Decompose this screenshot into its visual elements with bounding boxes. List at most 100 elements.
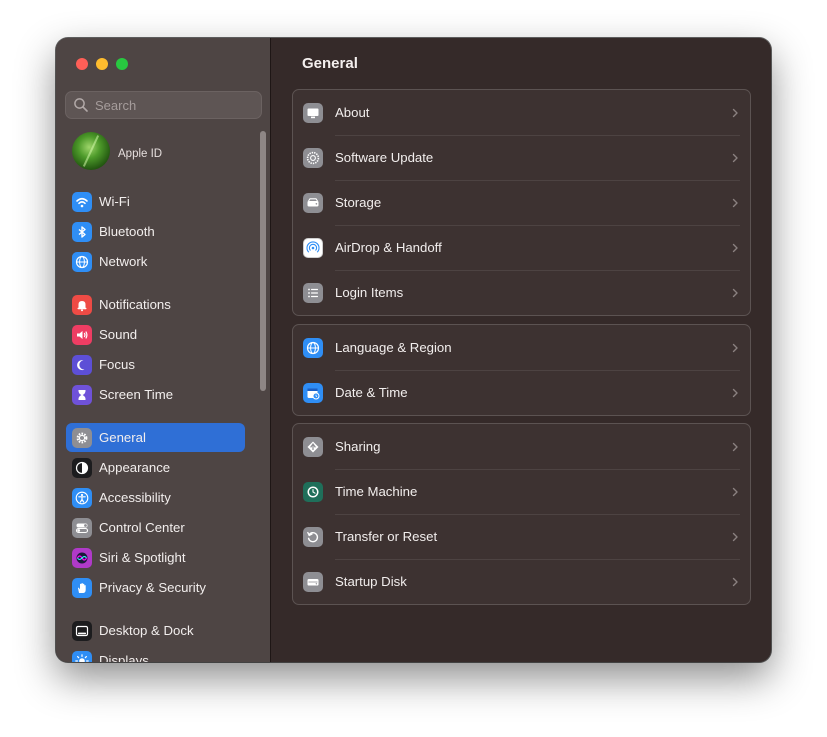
sidebar-item-label: Notifications	[99, 297, 171, 312]
sidebar-item-siri-spotlight[interactable]: Siri & Spotlight	[66, 543, 245, 572]
wifi-icon	[76, 197, 88, 207]
sidebar-item-label: Wi-Fi	[99, 194, 130, 209]
siri-icon-tile	[72, 547, 92, 568]
sidebar-item-label: Bluetooth	[99, 224, 155, 239]
disk-icon	[307, 578, 319, 585]
sidebar-item-focus[interactable]: Focus	[66, 350, 245, 379]
chevron-right-icon	[732, 487, 738, 496]
sidebar-item-displays[interactable]: Displays	[66, 646, 245, 662]
row-date-time[interactable]: Date & Time	[293, 370, 750, 415]
hand-icon	[78, 582, 86, 593]
gear-icon	[76, 432, 88, 443]
row-label: Storage	[335, 195, 382, 210]
row-transfer-or-reset[interactable]: Transfer or Reset	[293, 514, 750, 559]
sidebar-item-bluetooth[interactable]: Bluetooth	[66, 217, 245, 246]
chevron-right-icon	[732, 198, 738, 207]
sidebar-item-label: Siri & Spotlight	[99, 550, 186, 565]
sidebar-item-desktop-dock[interactable]: Desktop & Dock	[66, 616, 245, 645]
bell-icon-tile	[72, 294, 92, 315]
row-language-region[interactable]: Language & Region	[293, 325, 750, 370]
search-field[interactable]	[65, 91, 262, 119]
row-label: AirDrop & Handoff	[335, 240, 442, 255]
settings-group: About Software Update Storage AirDrop & Han…	[292, 89, 751, 316]
update-gear-icon	[306, 151, 320, 164]
sun-icon	[75, 653, 89, 662]
apple-id-item[interactable]: Apple ID	[72, 132, 162, 170]
sharing-icon	[307, 441, 319, 452]
list-icon-tile	[303, 282, 323, 303]
sidebar-item-sound[interactable]: Sound	[66, 320, 245, 349]
toggles-icon-tile	[72, 517, 92, 538]
sun-icon-tile	[72, 650, 92, 662]
row-time-machine[interactable]: Time Machine	[293, 469, 750, 514]
row-startup-disk[interactable]: Startup Disk	[293, 559, 750, 604]
sidebar-item-appearance[interactable]: Appearance	[66, 453, 245, 482]
hourglass-icon	[78, 389, 86, 400]
search-icon	[74, 98, 88, 112]
sidebar-item-label: Appearance	[99, 460, 171, 475]
speaker-icon-tile	[72, 324, 92, 345]
reset-icon	[307, 531, 319, 542]
drive-icon-tile	[303, 192, 323, 213]
globe-icon	[75, 255, 89, 268]
row-software-update[interactable]: Software Update	[293, 135, 750, 180]
zoom-window-button[interactable]	[116, 58, 128, 70]
sidebar-item-label: Network	[99, 254, 148, 269]
sidebar-item-label: Displays	[99, 653, 149, 662]
list-icon	[308, 288, 318, 297]
chevron-right-icon	[732, 243, 738, 252]
sidebar: Apple ID Wi-Fi Bluetooth Network Notificati…	[56, 38, 271, 662]
bluetooth-icon-tile	[72, 221, 92, 242]
settings-group: Language & Region Date & Time	[292, 324, 751, 416]
sidebar-item-privacy-security[interactable]: Privacy & Security	[66, 573, 245, 602]
drive-icon	[307, 197, 319, 206]
search-input[interactable]	[93, 96, 253, 114]
appearance-icon-tile	[72, 457, 92, 478]
sidebar-scrollbar[interactable]	[260, 131, 266, 391]
apple-id-label: Apple ID	[118, 148, 163, 160]
minimize-window-button[interactable]	[96, 58, 108, 70]
sidebar-item-accessibility[interactable]: Accessibility	[66, 483, 245, 512]
sidebar-item-label: Privacy & Security	[99, 580, 206, 595]
hourglass-icon-tile	[72, 384, 92, 405]
sidebar-item-label: Accessibility	[99, 490, 171, 505]
update-gear-icon-tile	[303, 147, 323, 168]
calendar-clock-icon-tile	[303, 382, 323, 403]
row-label: Date & Time	[335, 385, 408, 400]
row-label: About	[335, 105, 370, 120]
main-pane: General About Software Update Storage AirDr…	[272, 38, 771, 662]
row-label: Login Items	[335, 285, 404, 300]
sidebar-item-control-center[interactable]: Control Center	[66, 513, 245, 542]
chevron-right-icon	[732, 153, 738, 162]
row-label: Transfer or Reset	[335, 529, 438, 544]
close-window-button[interactable]	[76, 58, 88, 70]
sidebar-item-label: Sound	[99, 327, 138, 342]
sidebar-item-screen-time[interactable]: Screen Time	[66, 380, 245, 409]
speaker-icon	[77, 330, 88, 339]
bell-icon	[77, 300, 87, 311]
row-sharing[interactable]: Sharing	[293, 424, 750, 469]
sharing-icon-tile	[303, 436, 323, 457]
dock-icon	[75, 625, 89, 636]
row-about[interactable]: About	[293, 90, 750, 135]
monitor-icon	[307, 108, 319, 118]
system-settings-window: Apple ID Wi-Fi Bluetooth Network Notificati…	[56, 38, 771, 662]
row-airdrop-handoff[interactable]: AirDrop & Handoff	[293, 225, 750, 270]
sidebar-item-notifications[interactable]: Notifications	[66, 290, 245, 319]
row-login-items[interactable]: Login Items	[293, 270, 750, 315]
sidebar-item-wi-fi[interactable]: Wi-Fi	[66, 187, 245, 216]
globe-icon-tile	[72, 251, 92, 272]
row-label: Startup Disk	[335, 574, 407, 589]
row-label: Sharing	[335, 439, 381, 454]
appearance-icon	[75, 461, 89, 474]
bluetooth-icon	[78, 225, 86, 238]
chevron-right-icon	[732, 442, 738, 451]
sidebar-item-general[interactable]: General	[66, 423, 245, 452]
sidebar-item-network[interactable]: Network	[66, 247, 245, 276]
airdrop-icon-tile	[303, 237, 323, 258]
row-storage[interactable]: Storage	[293, 180, 750, 225]
reset-icon-tile	[303, 526, 323, 547]
row-label: Software Update	[335, 150, 434, 165]
sidebar-item-label: General	[99, 430, 146, 445]
chevron-right-icon	[732, 532, 738, 541]
